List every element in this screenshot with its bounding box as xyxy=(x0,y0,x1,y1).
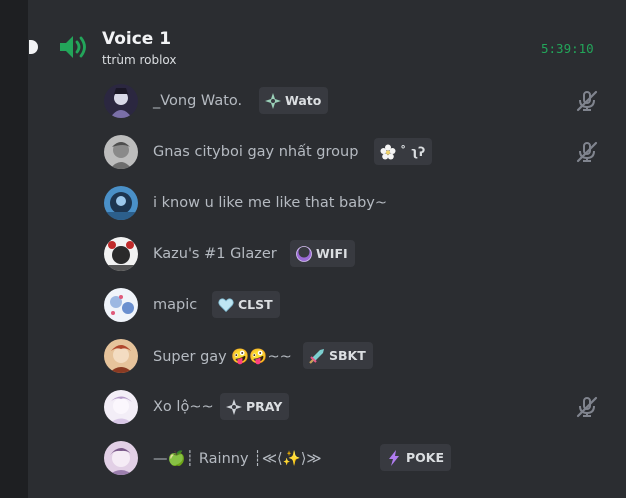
member-tag: Wato xyxy=(259,87,329,114)
avatar xyxy=(104,84,138,118)
member-name: —🍏┊ Rainny ┊≪⟨✨⟩≫ xyxy=(153,451,322,467)
purple-moon-icon xyxy=(296,245,312,262)
member-tag: ˚ ʅʔ xyxy=(374,138,433,165)
channel-status: ttrùm roblox xyxy=(102,53,177,67)
mute-icon xyxy=(576,141,598,163)
tag-label: PRAY xyxy=(246,399,283,414)
tag-label: Wato xyxy=(285,93,322,108)
member-tag: PRAY xyxy=(220,393,290,420)
member-tag: CLST xyxy=(212,291,280,318)
mute-icon xyxy=(576,396,598,418)
call-timer: 5:39:10 xyxy=(541,41,594,56)
member-row[interactable]: mapic CLST xyxy=(104,288,604,324)
avatar xyxy=(104,288,138,322)
avatar xyxy=(104,186,138,220)
member-name: mapic xyxy=(153,297,198,313)
member-name: Kazu's #1 Glazer xyxy=(153,246,277,262)
member-row[interactable]: _Vong Wato. Wato xyxy=(104,84,604,120)
speaker-icon[interactable] xyxy=(58,33,90,61)
sword-icon xyxy=(309,348,324,364)
tag-label: SBKT xyxy=(329,348,366,363)
mute-icon xyxy=(576,90,598,112)
avatar xyxy=(104,441,138,475)
avatar xyxy=(104,237,138,271)
tag-label: ˚ ʅʔ xyxy=(400,144,426,159)
member-row[interactable]: i know u like me like that baby~ xyxy=(104,186,604,222)
compass-diamond-icon xyxy=(265,92,281,109)
channel-name[interactable]: Voice 1 xyxy=(102,29,171,49)
tag-label: CLST xyxy=(238,297,273,312)
member-name: Xo lộ~~ xyxy=(153,399,214,415)
white-flower-icon xyxy=(380,144,396,159)
member-row[interactable]: Xo lộ~~ PRAY xyxy=(104,390,604,426)
light-blue-heart-icon xyxy=(218,297,234,312)
member-name: Gnas cityboi gay nhất group xyxy=(153,144,359,160)
member-name: _Vong Wato. xyxy=(153,93,243,109)
tag-label: WIFI xyxy=(316,246,348,261)
tag-label: POKE xyxy=(406,450,445,465)
avatar xyxy=(104,390,138,424)
member-row[interactable]: —🍏┊ Rainny ┊≪⟨✨⟩≫ POKE xyxy=(104,441,604,477)
member-name: Super gay 🤪🤪~~ xyxy=(153,349,292,365)
member-row[interactable]: Super gay 🤪🤪~~ SBKT xyxy=(104,339,604,375)
member-tag: POKE xyxy=(380,444,452,471)
member-tag: SBKT xyxy=(303,342,373,369)
member-row[interactable]: Gnas cityboi gay nhất group ˚ ʅʔ xyxy=(104,135,604,171)
server-rail xyxy=(0,0,28,498)
avatar xyxy=(104,135,138,169)
member-tag: WIFI xyxy=(290,240,355,267)
compass-diamond-icon xyxy=(226,398,242,415)
lightning-icon xyxy=(389,449,399,466)
avatar xyxy=(104,339,138,373)
member-row[interactable]: Kazu's #1 Glazer WIFI xyxy=(104,237,604,273)
member-name: i know u like me like that baby~ xyxy=(153,195,388,211)
